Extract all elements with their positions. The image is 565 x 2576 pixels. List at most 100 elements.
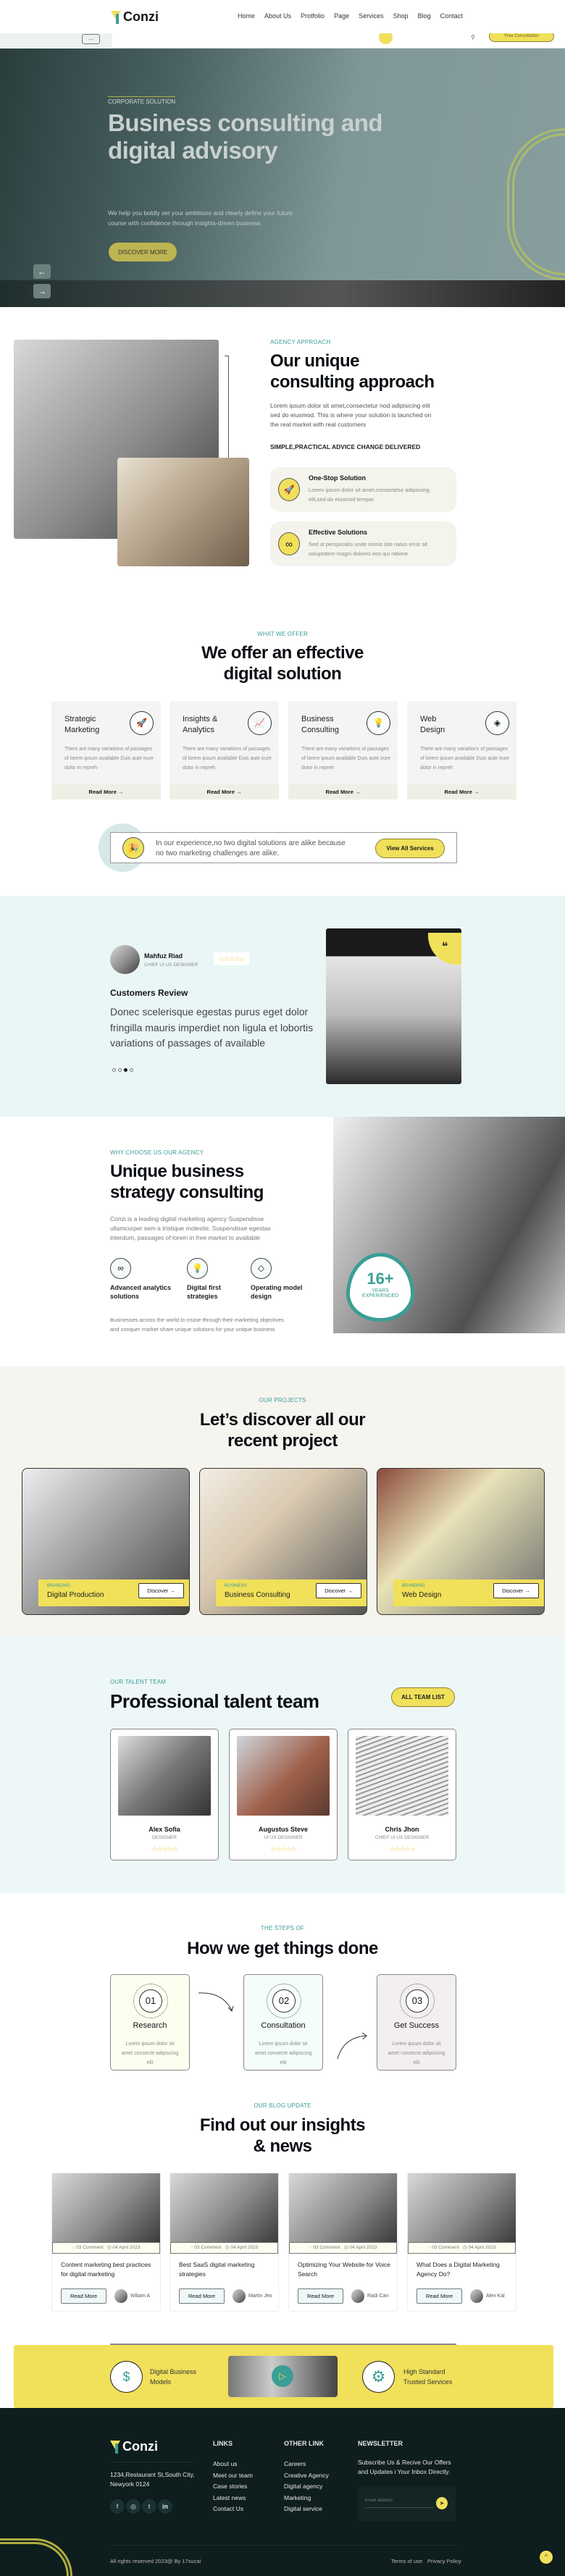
read-more-button[interactable]: Read More xyxy=(179,2288,225,2304)
footer-link[interactable]: Contact Us xyxy=(213,2504,253,2515)
author-name: Radi Can xyxy=(367,2294,389,2299)
post-title[interactable]: Best SaaS digital marketing strategies xyxy=(179,2260,272,2279)
author-avatar xyxy=(233,2289,246,2303)
privacy-link[interactable]: Privacy Policy xyxy=(427,2558,461,2564)
read-more-link[interactable]: Read More → xyxy=(51,784,161,800)
projects-label: OUR PROJECTS xyxy=(259,1397,306,1404)
footer-link[interactable]: Digital service xyxy=(284,2504,329,2515)
why-feature-label: Digital first strategies xyxy=(187,1284,222,1300)
nav-portfolio[interactable]: Protfolio xyxy=(301,12,325,20)
nav-blog[interactable]: Blog xyxy=(418,12,431,20)
decor-line xyxy=(225,356,229,458)
terms-link[interactable]: Terms of use xyxy=(391,2558,422,2564)
linkedin-icon[interactable]: in xyxy=(158,2499,172,2514)
blog-label: OUR BLOG UPDATE xyxy=(254,2102,311,2109)
approach-text: Lorem ipsum dolor sit amet,consectetur n… xyxy=(270,402,432,428)
blog-card[interactable]: ◌ 03 Comment ◷ 04 April 2023 Best SaaS d… xyxy=(170,2173,279,2312)
project-card[interactable]: BRANDING Digital Production Discover → xyxy=(22,1468,190,1615)
blog-card[interactable]: ◌ 03 Comment ◷ 04 April 2023 Optimizing … xyxy=(288,2173,398,2312)
footer-link[interactable]: Creative Agency xyxy=(284,2470,329,2482)
prev-slide-button[interactable]: ← xyxy=(33,264,51,279)
email-input[interactable] xyxy=(365,2499,434,2508)
post-meta: ◌ 03 Comment ◷ 04 April 2023 xyxy=(52,2242,160,2254)
project-card[interactable]: BRANDING Web Design Discover → xyxy=(377,1468,545,1615)
discover-button[interactable]: Discover → xyxy=(493,1583,539,1598)
instagram-icon[interactable]: ◎ xyxy=(126,2499,141,2514)
view-all-services-button[interactable]: View All Services xyxy=(375,839,445,858)
rocket-icon: 🚀 xyxy=(278,478,300,501)
slide-dot[interactable] xyxy=(112,1068,116,1072)
footer-link[interactable]: Meet our team xyxy=(213,2470,253,2482)
twitter-icon[interactable]: t xyxy=(142,2499,156,2514)
nav-shop[interactable]: Shop xyxy=(393,12,409,20)
read-more-button[interactable]: Read More xyxy=(61,2288,106,2304)
footer-link[interactable]: About us xyxy=(213,2459,253,2470)
discover-button[interactable]: Discover → xyxy=(316,1583,361,1598)
read-more-link[interactable]: Read More → xyxy=(407,784,516,800)
features-band: $ Digital Business Models ▷ ⚙ High Standa… xyxy=(14,2345,553,2408)
read-more-link[interactable]: Read More → xyxy=(170,784,279,800)
footer-stripes xyxy=(0,2538,72,2576)
blog-photo xyxy=(170,2173,278,2242)
quote-icon: ❝ xyxy=(428,933,461,965)
discover-button[interactable]: Discover → xyxy=(138,1583,184,1598)
diamond-icon: ◇ xyxy=(251,1258,272,1279)
step-number: 02 xyxy=(272,1989,296,2013)
footer-link[interactable]: Latest news xyxy=(213,2493,253,2504)
post-title[interactable]: What Does a Digital Marketing Agency Do? xyxy=(417,2260,509,2279)
team-card[interactable]: Alex Sofia DESIGNER ☆☆☆☆☆ xyxy=(110,1729,219,1860)
back-to-top-button[interactable]: ^ xyxy=(540,2551,553,2564)
footer-link[interactable]: Case stories xyxy=(213,2481,253,2493)
team-card[interactable]: Augustus Steve UI UX DESIGNER ☆☆☆☆☆ xyxy=(229,1729,338,1860)
footer-logo[interactable]: Conzi xyxy=(110,2439,158,2454)
nav-home[interactable]: Home xyxy=(238,12,255,20)
slider-dots xyxy=(112,1068,133,1072)
service-card: Business Consulting 💡 There are many vari… xyxy=(288,701,398,800)
video-thumbnail[interactable]: ▷ xyxy=(228,2356,338,2397)
project-card[interactable]: BUSINESS Business Consulting Discover → xyxy=(199,1468,367,1615)
blog-photo xyxy=(52,2173,160,2242)
team-title: Professional talent team xyxy=(110,1690,319,1712)
post-title[interactable]: Content marketing best practices for dig… xyxy=(61,2260,154,2279)
play-icon[interactable]: ▷ xyxy=(272,2365,293,2387)
nav-about[interactable]: About Us xyxy=(264,12,291,20)
team-card[interactable]: Chris Jhon CHIEF UI UX DESIGNER ☆☆☆☆☆ xyxy=(348,1729,456,1860)
why-footer-text: Businesses across the world to cruise th… xyxy=(110,1317,285,1333)
author-name: Wiliam A xyxy=(130,2294,151,2299)
blog-card[interactable]: ◌ 03 Comment ◷ 04 April 2023 What Does a… xyxy=(407,2173,516,2312)
menu-button[interactable]: ... xyxy=(82,34,100,44)
logo[interactable]: Conzi xyxy=(111,9,159,25)
slide-dot[interactable] xyxy=(118,1068,122,1072)
slide-dot-active[interactable] xyxy=(124,1068,127,1072)
rating-stars: ☆☆☆☆☆ xyxy=(389,1845,415,1853)
newsletter-text: Subscribe Us & Recive Our Offers and Upd… xyxy=(358,2459,451,2475)
facebook-icon[interactable]: f xyxy=(110,2499,125,2514)
nav-contact[interactable]: Contact xyxy=(440,12,463,20)
feature-card: ∞ Effective Solutions Sed ut perspiciati… xyxy=(270,521,456,566)
approach-title: Our unique consulting approach xyxy=(270,351,435,392)
footer-link[interactable]: Digital agency xyxy=(284,2481,329,2493)
post-title[interactable]: Optimizing Your Website for Voice Search xyxy=(298,2260,390,2279)
slide-dot[interactable] xyxy=(130,1068,133,1072)
footer-link[interactable]: Careers xyxy=(284,2459,329,2470)
hero-text: We help you boldly set your ambitions an… xyxy=(108,209,293,227)
send-icon[interactable]: ➤ xyxy=(436,2497,448,2509)
discover-more-button[interactable]: DISCOVER MORE xyxy=(109,243,177,261)
read-more-link[interactable]: Read More → xyxy=(288,784,398,800)
post-meta: ◌ 03 Comment ◷ 04 April 2023 xyxy=(289,2242,397,2254)
read-more-button[interactable]: Read More xyxy=(417,2288,462,2304)
search-icon[interactable]: ⚲ xyxy=(471,34,475,41)
nav-page[interactable]: Page xyxy=(334,12,349,20)
nav-services[interactable]: Services xyxy=(359,12,384,20)
step-card: 03 Get Success Lorem ipsum dolor sit ame… xyxy=(377,1974,456,2071)
all-team-list-button[interactable]: ALL TEAM LIST xyxy=(391,1687,455,1707)
blog-card[interactable]: ◌ 03 Comment ◷ 04 April 2023 Content mar… xyxy=(51,2173,161,2312)
footer-link[interactable]: Marketing xyxy=(284,2493,329,2504)
read-more-button[interactable]: Read More xyxy=(298,2288,343,2304)
author-name: Alex Kal xyxy=(486,2294,505,2299)
hero-stripes xyxy=(507,128,565,280)
member-photo xyxy=(356,1736,448,1816)
why-feature-label: Advanced analytics solutions xyxy=(110,1284,172,1300)
lightbulb-icon: 💡 xyxy=(367,711,390,735)
next-slide-button[interactable]: → xyxy=(33,284,51,298)
